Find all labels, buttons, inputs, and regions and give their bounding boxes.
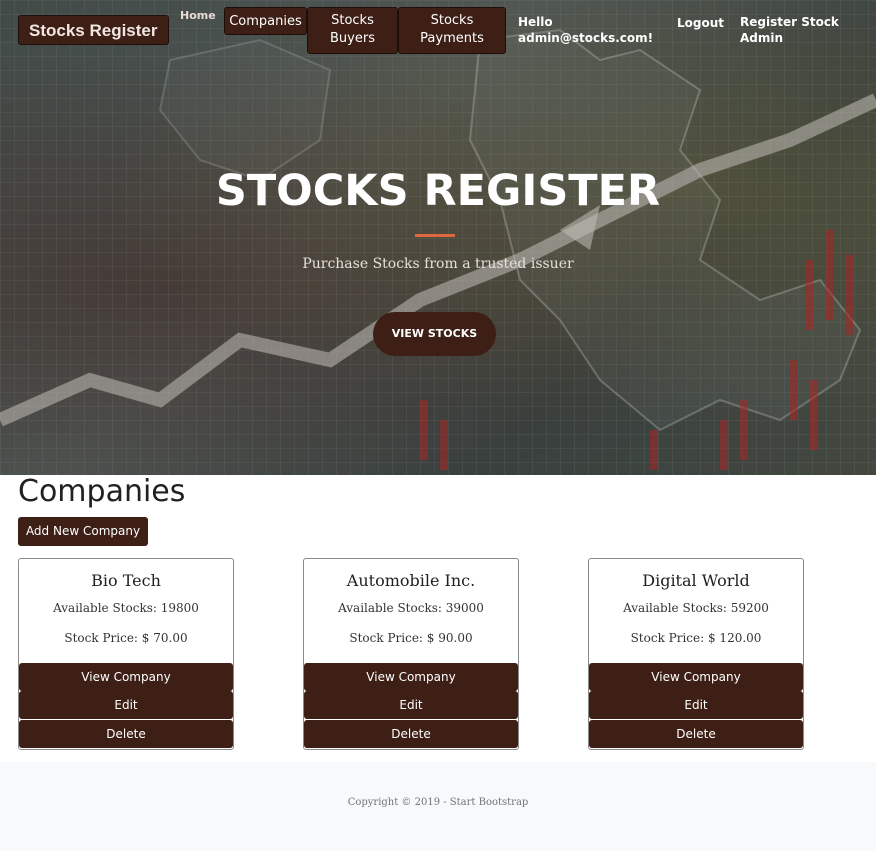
nav-user-greeting-line1: Hello [518,15,553,29]
nav-stocks-payments-button[interactable]: Stocks Payments [398,7,506,54]
add-new-company-button[interactable]: Add New Company [18,517,148,546]
view-company-button[interactable]: View Company [19,663,233,691]
footer-copyright: Copyright © 2019 - Start Bootstrap [347,797,529,808]
nav-register-admin-line1: Register Stock [740,15,839,29]
company-available-stocks: Available Stocks: 39000 [338,601,484,615]
edit-company-button[interactable]: Edit [19,691,233,719]
company-name: Automobile Inc. [346,571,476,590]
brand-logo[interactable]: Stocks Register [18,15,169,45]
nav-logout-link[interactable]: Logout [677,15,724,31]
delete-company-button[interactable]: Delete [19,720,233,748]
hero-title: STOCKS REGISTER [215,166,661,216]
nav-home-link[interactable]: Home [180,9,216,22]
company-name: Bio Tech [91,571,161,590]
nav-companies-label: Companies [229,14,302,29]
nav-register-admin-line2: Admin [740,31,784,45]
hero-subtitle: Purchase Stocks from a trusted issuer [302,256,574,272]
view-company-button[interactable]: View Company [589,663,803,691]
edit-company-button[interactable]: Edit [304,691,518,719]
nav-register-admin-link[interactable]: Register Stock Admin [740,14,839,46]
company-stock-price: Stock Price: $ 120.00 [630,631,762,645]
companies-heading: Companies [18,474,186,509]
nav-stocks-buyers-button[interactable]: Stocks Buyers [307,7,398,54]
company-available-stocks: Available Stocks: 19800 [53,601,199,615]
view-stocks-button[interactable]: VIEW STOCKS [373,312,496,356]
company-card-automobile-inc: Automobile Inc. Available Stocks: 39000 … [303,558,519,750]
nav-stocks-payments-label-line1: Stocks [430,13,474,28]
company-name: Digital World [642,571,750,590]
nav-user-greeting: Hello admin@stocks.com! [518,14,653,46]
company-card-digital-world: Digital World Available Stocks: 59200 St… [588,558,804,750]
edit-company-button[interactable]: Edit [589,691,803,719]
hero-section [0,0,876,475]
nav-user-greeting-line2: admin@stocks.com! [518,31,654,45]
view-company-button[interactable]: View Company [304,663,518,691]
company-available-stocks: Available Stocks: 59200 [623,601,769,615]
footer: Copyright © 2019 - Start Bootstrap [0,762,876,851]
nav-stocks-buyers-label-line2: Buyers [330,31,375,46]
delete-company-button[interactable]: Delete [304,720,518,748]
company-card-bio-tech: Bio Tech Available Stocks: 19800 Stock P… [18,558,234,750]
delete-company-button[interactable]: Delete [589,720,803,748]
company-stock-price: Stock Price: $ 90.00 [349,631,473,645]
company-stock-price: Stock Price: $ 70.00 [64,631,188,645]
nav-companies-button[interactable]: Companies [224,7,307,35]
nav-stocks-buyers-label-line1: Stocks [331,13,374,28]
hero-overlay [0,0,876,475]
nav-stocks-payments-label-line2: Payments [420,31,484,46]
hero-divider [415,234,455,237]
